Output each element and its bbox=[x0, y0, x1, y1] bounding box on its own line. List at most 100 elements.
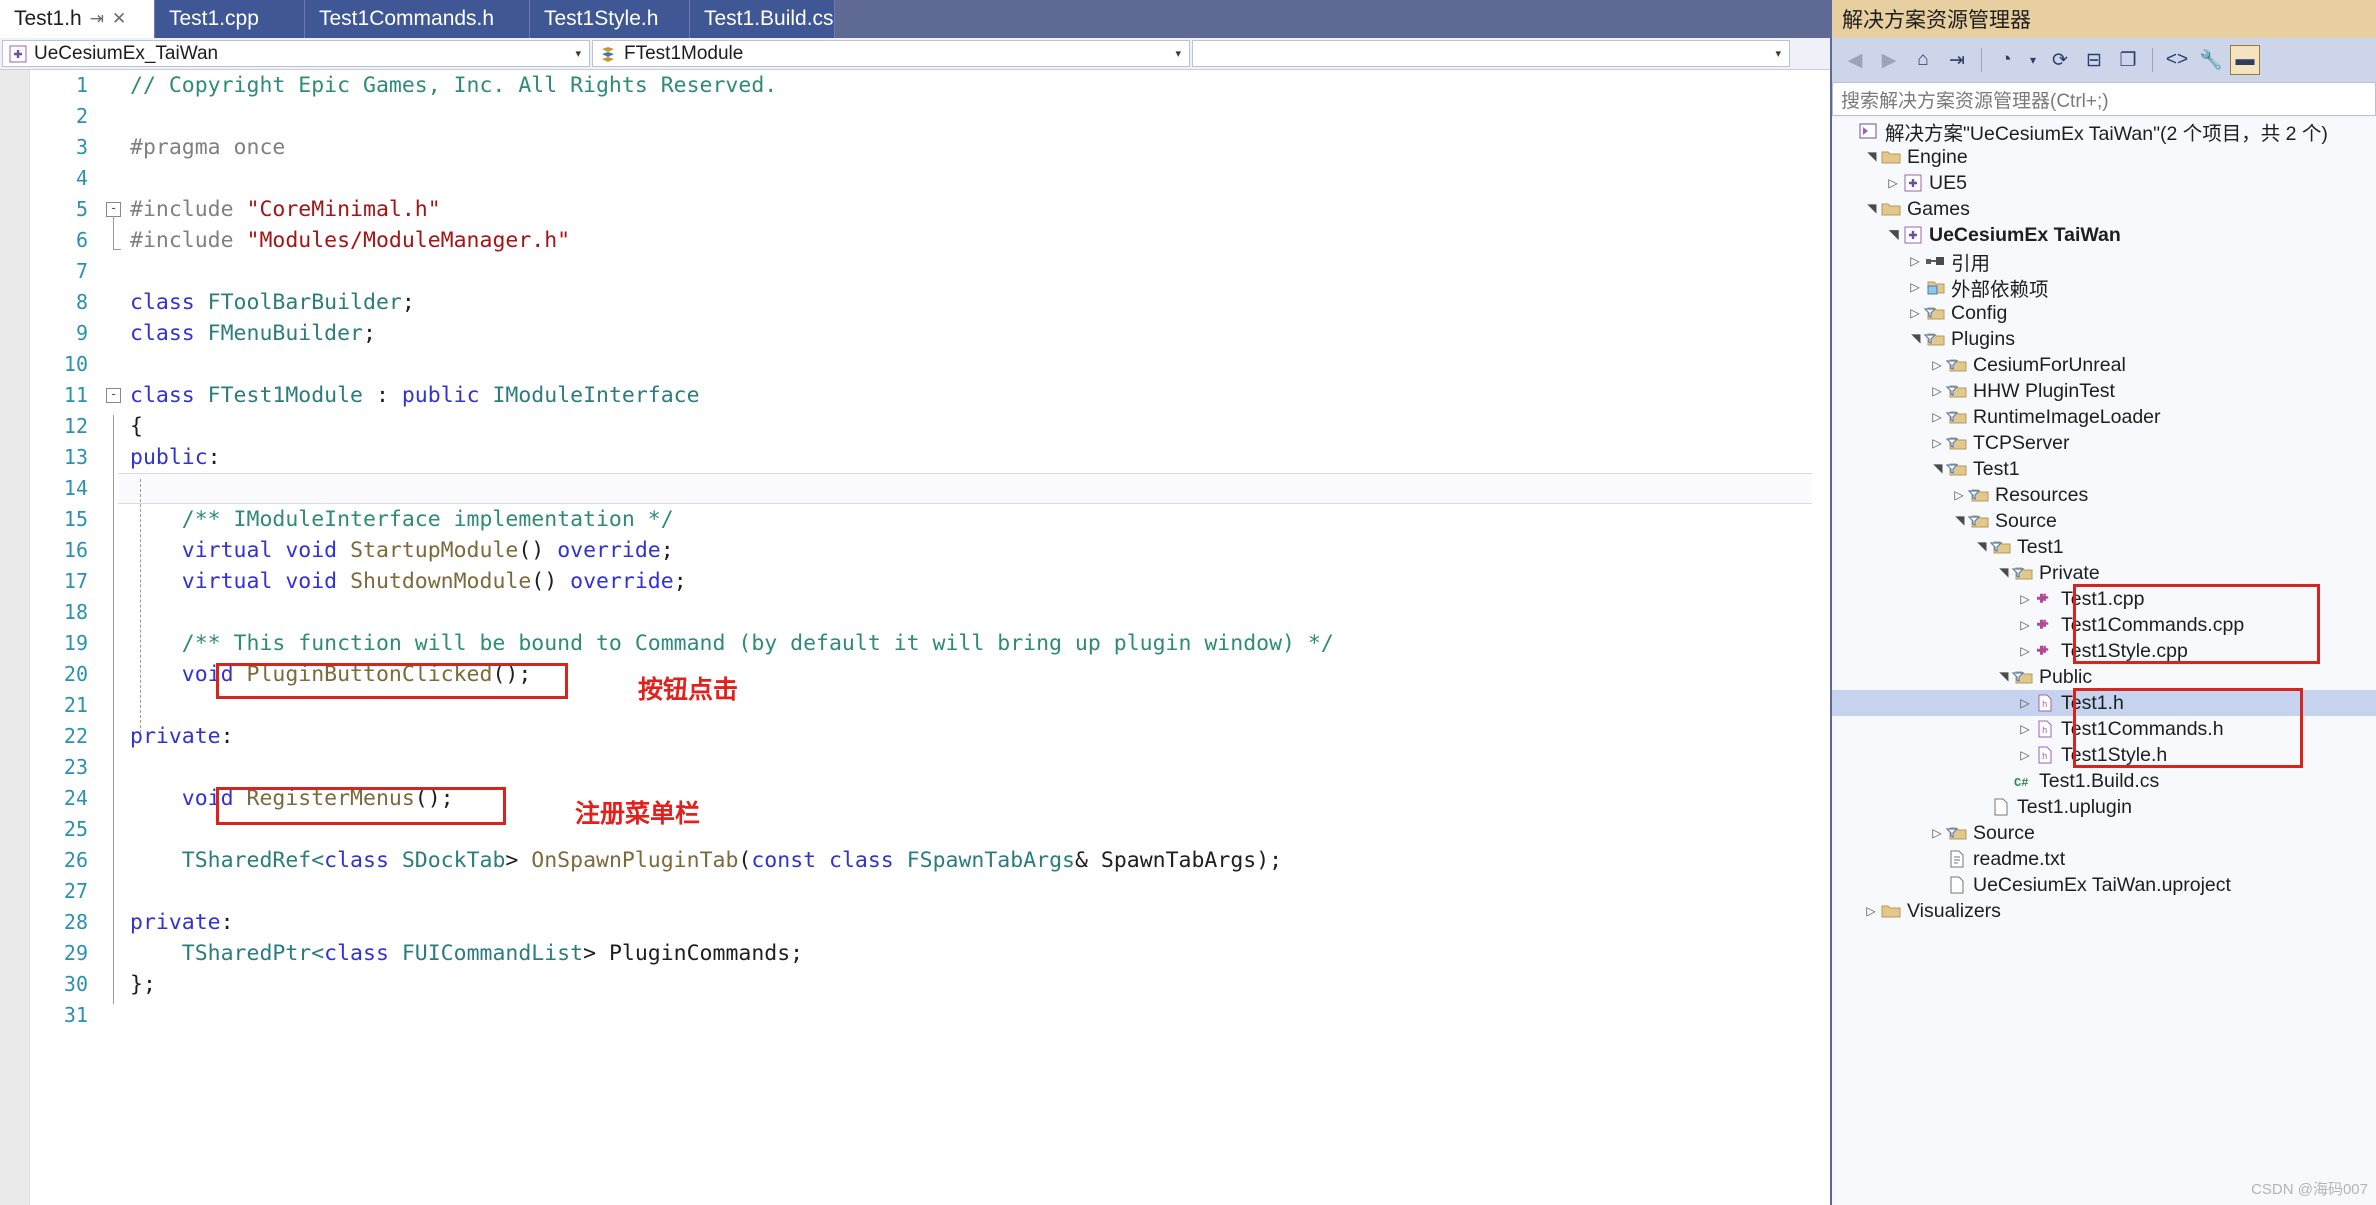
code-line[interactable]: 26 TSharedRef<class SDockTab> OnSpawnPlu… bbox=[30, 845, 1830, 876]
code-lines-container[interactable]: 1 // Copyright Epic Games, Inc. All Right… bbox=[30, 70, 1830, 1205]
tree-item[interactable]: ▷ 引用 bbox=[1832, 248, 2376, 275]
tree-item[interactable]: ◢ Private bbox=[1832, 560, 2376, 586]
collapse-arrow-icon[interactable]: ◢ bbox=[1886, 226, 1900, 244]
tree-item[interactable]: ◢ Test1 bbox=[1832, 534, 2376, 560]
code-line[interactable]: 14 bbox=[30, 473, 1830, 504]
expand-arrow-icon[interactable]: ▷ bbox=[2016, 722, 2034, 736]
show-all-files-icon[interactable]: ❐ bbox=[2113, 45, 2143, 75]
home-icon[interactable]: ⌂ bbox=[1908, 45, 1938, 75]
expand-arrow-icon[interactable]: ▷ bbox=[2016, 618, 2034, 632]
code-line[interactable]: 29 TSharedPtr<class FUICommandList> Plug… bbox=[30, 938, 1830, 969]
code-line[interactable]: 7 bbox=[30, 256, 1830, 287]
tree-item[interactable]: ▷ Visualizers bbox=[1832, 898, 2376, 924]
code-line[interactable]: 3 #pragma once bbox=[30, 132, 1830, 163]
tree-item[interactable]: UeCesiumEx TaiWan.uproject bbox=[1832, 872, 2376, 898]
solution-explorer-search-input[interactable]: 搜索解决方案资源管理器(Ctrl+;) bbox=[1832, 82, 2376, 116]
code-line[interactable]: 13 public: bbox=[30, 442, 1830, 473]
code-line[interactable]: 28 private: bbox=[30, 907, 1830, 938]
expand-arrow-icon[interactable]: ▷ bbox=[2016, 748, 2034, 762]
expand-arrow-icon[interactable]: ▷ bbox=[1906, 254, 1924, 268]
sync-with-active-document-icon[interactable]: ⇥ bbox=[1942, 45, 1972, 75]
symbol-scope-dropdown[interactable]: ▾ bbox=[1192, 40, 1790, 67]
tree-item[interactable]: ▷ RuntimeImageLoader bbox=[1832, 404, 2376, 430]
collapse-arrow-icon[interactable]: ◢ bbox=[1930, 460, 1944, 478]
expand-arrow-icon[interactable]: ▷ bbox=[1906, 306, 1924, 320]
expand-arrow-icon[interactable]: ▷ bbox=[1862, 904, 1880, 918]
collapse-arrow-icon[interactable]: ◢ bbox=[1908, 330, 1922, 348]
indicator-margin[interactable] bbox=[0, 70, 30, 1205]
code-line[interactable]: 1 // Copyright Epic Games, Inc. All Right… bbox=[30, 70, 1830, 101]
expand-arrow-icon[interactable]: ▷ bbox=[2016, 644, 2034, 658]
code-line[interactable]: 2 bbox=[30, 101, 1830, 132]
tree-item[interactable]: ◢ Public bbox=[1832, 664, 2376, 690]
code-editor[interactable]: 1 // Copyright Epic Games, Inc. All Right… bbox=[0, 70, 1830, 1205]
editor-tab-test1-build-cs[interactable]: Test1.Build.cs bbox=[690, 0, 835, 38]
tree-item[interactable]: ▷ CesiumForUnreal bbox=[1832, 352, 2376, 378]
expand-arrow-icon[interactable]: ▷ bbox=[2016, 592, 2034, 606]
tree-item[interactable]: ◢ Test1 bbox=[1832, 456, 2376, 482]
code-line[interactable]: 15 /** IModuleInterface implementation *… bbox=[30, 504, 1830, 535]
properties-wrench-icon[interactable]: 🔧 bbox=[2196, 45, 2226, 75]
code-view-icon[interactable]: <> bbox=[2162, 45, 2192, 75]
tree-item[interactable]: C# Test1.Build.cs bbox=[1832, 768, 2376, 794]
collapse-arrow-icon[interactable]: ◢ bbox=[1952, 512, 1966, 530]
fold-toggle-icon[interactable]: - bbox=[106, 388, 121, 403]
tree-item[interactable]: ◢ UeCesiumEx TaiWan bbox=[1832, 222, 2376, 248]
tree-item[interactable]: ◢ Games bbox=[1832, 196, 2376, 222]
tree-item[interactable]: ▷ UE5 bbox=[1832, 170, 2376, 196]
back-icon[interactable]: ◀ bbox=[1840, 45, 1870, 75]
filter-dropdown-caret-icon[interactable]: ▾ bbox=[2025, 45, 2041, 75]
class-scope-dropdown[interactable]: UeCesiumEx_TaiWan ▾ bbox=[2, 40, 590, 67]
fold-toggle-icon[interactable]: - bbox=[106, 202, 121, 217]
code-line[interactable]: 17 virtual void ShutdownModule() overrid… bbox=[30, 566, 1830, 597]
refresh-icon[interactable]: ⟳ bbox=[2045, 45, 2075, 75]
code-line[interactable]: 19 /** This function will be bound to Co… bbox=[30, 628, 1830, 659]
tree-item[interactable]: ▷ 外部依赖项 bbox=[1832, 274, 2376, 301]
editor-tab-test1style-h[interactable]: Test1Style.h bbox=[530, 0, 690, 38]
code-line[interactable]: 23 bbox=[30, 752, 1830, 783]
pending-changes-filter-icon[interactable]: ◔ bbox=[1991, 45, 2021, 75]
solution-explorer-tree[interactable]: 解决方案"UeCesiumEx TaiWan"(2 个项目，共 2 个) ◢ Eng… bbox=[1832, 118, 2376, 1205]
code-line[interactable]: 30}; bbox=[30, 969, 1830, 1000]
code-line[interactable]: 16 virtual void StartupModule() override… bbox=[30, 535, 1830, 566]
expand-arrow-icon[interactable]: ▷ bbox=[1928, 826, 1946, 840]
code-line[interactable]: 31 bbox=[30, 1000, 1830, 1031]
tree-item[interactable]: ◢ Plugins bbox=[1832, 326, 2376, 352]
member-scope-dropdown[interactable]: FTest1Module ▾ bbox=[592, 40, 1190, 67]
code-line[interactable]: 27 bbox=[30, 876, 1830, 907]
tree-item[interactable]: 解决方案"UeCesiumEx TaiWan"(2 个项目，共 2 个) bbox=[1832, 118, 2376, 145]
expand-arrow-icon[interactable]: ▷ bbox=[1884, 176, 1902, 190]
code-line[interactable]: 8 class FToolBarBuilder; bbox=[30, 287, 1830, 318]
expand-arrow-icon[interactable]: ▷ bbox=[1950, 488, 1968, 502]
collapse-arrow-icon[interactable]: ◢ bbox=[1996, 668, 2010, 686]
forward-icon[interactable]: ▶ bbox=[1874, 45, 1904, 75]
close-tab-icon[interactable]: ✕ bbox=[112, 9, 126, 29]
code-line[interactable]: 10 bbox=[30, 349, 1830, 380]
tree-item[interactable]: ▷ TCPServer bbox=[1832, 430, 2376, 456]
chevron-down-icon[interactable]: ▾ bbox=[1775, 47, 1781, 60]
code-line[interactable]: 9 class FMenuBuilder; bbox=[30, 318, 1830, 349]
code-line[interactable]: 22 private: bbox=[30, 721, 1830, 752]
expand-arrow-icon[interactable]: ▷ bbox=[1928, 436, 1946, 450]
expand-arrow-icon[interactable]: ▷ bbox=[1928, 384, 1946, 398]
chevron-down-icon[interactable]: ▾ bbox=[575, 47, 581, 60]
collapse-arrow-icon[interactable]: ◢ bbox=[1974, 538, 1988, 556]
code-line[interactable]: 6 #include "Modules/ModuleManager.h" bbox=[30, 225, 1830, 256]
pin-tab-icon[interactable]: ⇥ bbox=[90, 9, 104, 29]
tree-item[interactable]: ▷ Config bbox=[1832, 300, 2376, 326]
code-line[interactable]: 12 { bbox=[30, 411, 1830, 442]
tree-item[interactable]: readme.txt bbox=[1832, 846, 2376, 872]
expand-arrow-icon[interactable]: ▷ bbox=[1928, 410, 1946, 424]
collapse-arrow-icon[interactable]: ◢ bbox=[1996, 564, 2010, 582]
collapse-all-icon[interactable]: ⊟ bbox=[2079, 45, 2109, 75]
editor-tab-test1-h[interactable]: Test1.h ⇥ ✕ bbox=[0, 0, 155, 38]
editor-tab-test1commands-h[interactable]: Test1Commands.h bbox=[305, 0, 530, 38]
tree-item[interactable]: ▷ HHW PluginTest bbox=[1832, 378, 2376, 404]
collapse-arrow-icon[interactable]: ◢ bbox=[1864, 200, 1878, 218]
code-line[interactable]: 5 - #include "CoreMinimal.h" bbox=[30, 194, 1830, 225]
tree-item[interactable]: ◢ Engine bbox=[1832, 144, 2376, 170]
code-line[interactable]: 18 bbox=[30, 597, 1830, 628]
tree-item[interactable]: ◢ Source bbox=[1832, 508, 2376, 534]
expand-arrow-icon[interactable]: ▷ bbox=[1906, 280, 1924, 294]
preview-selected-items-icon[interactable]: ▬ bbox=[2230, 45, 2260, 75]
